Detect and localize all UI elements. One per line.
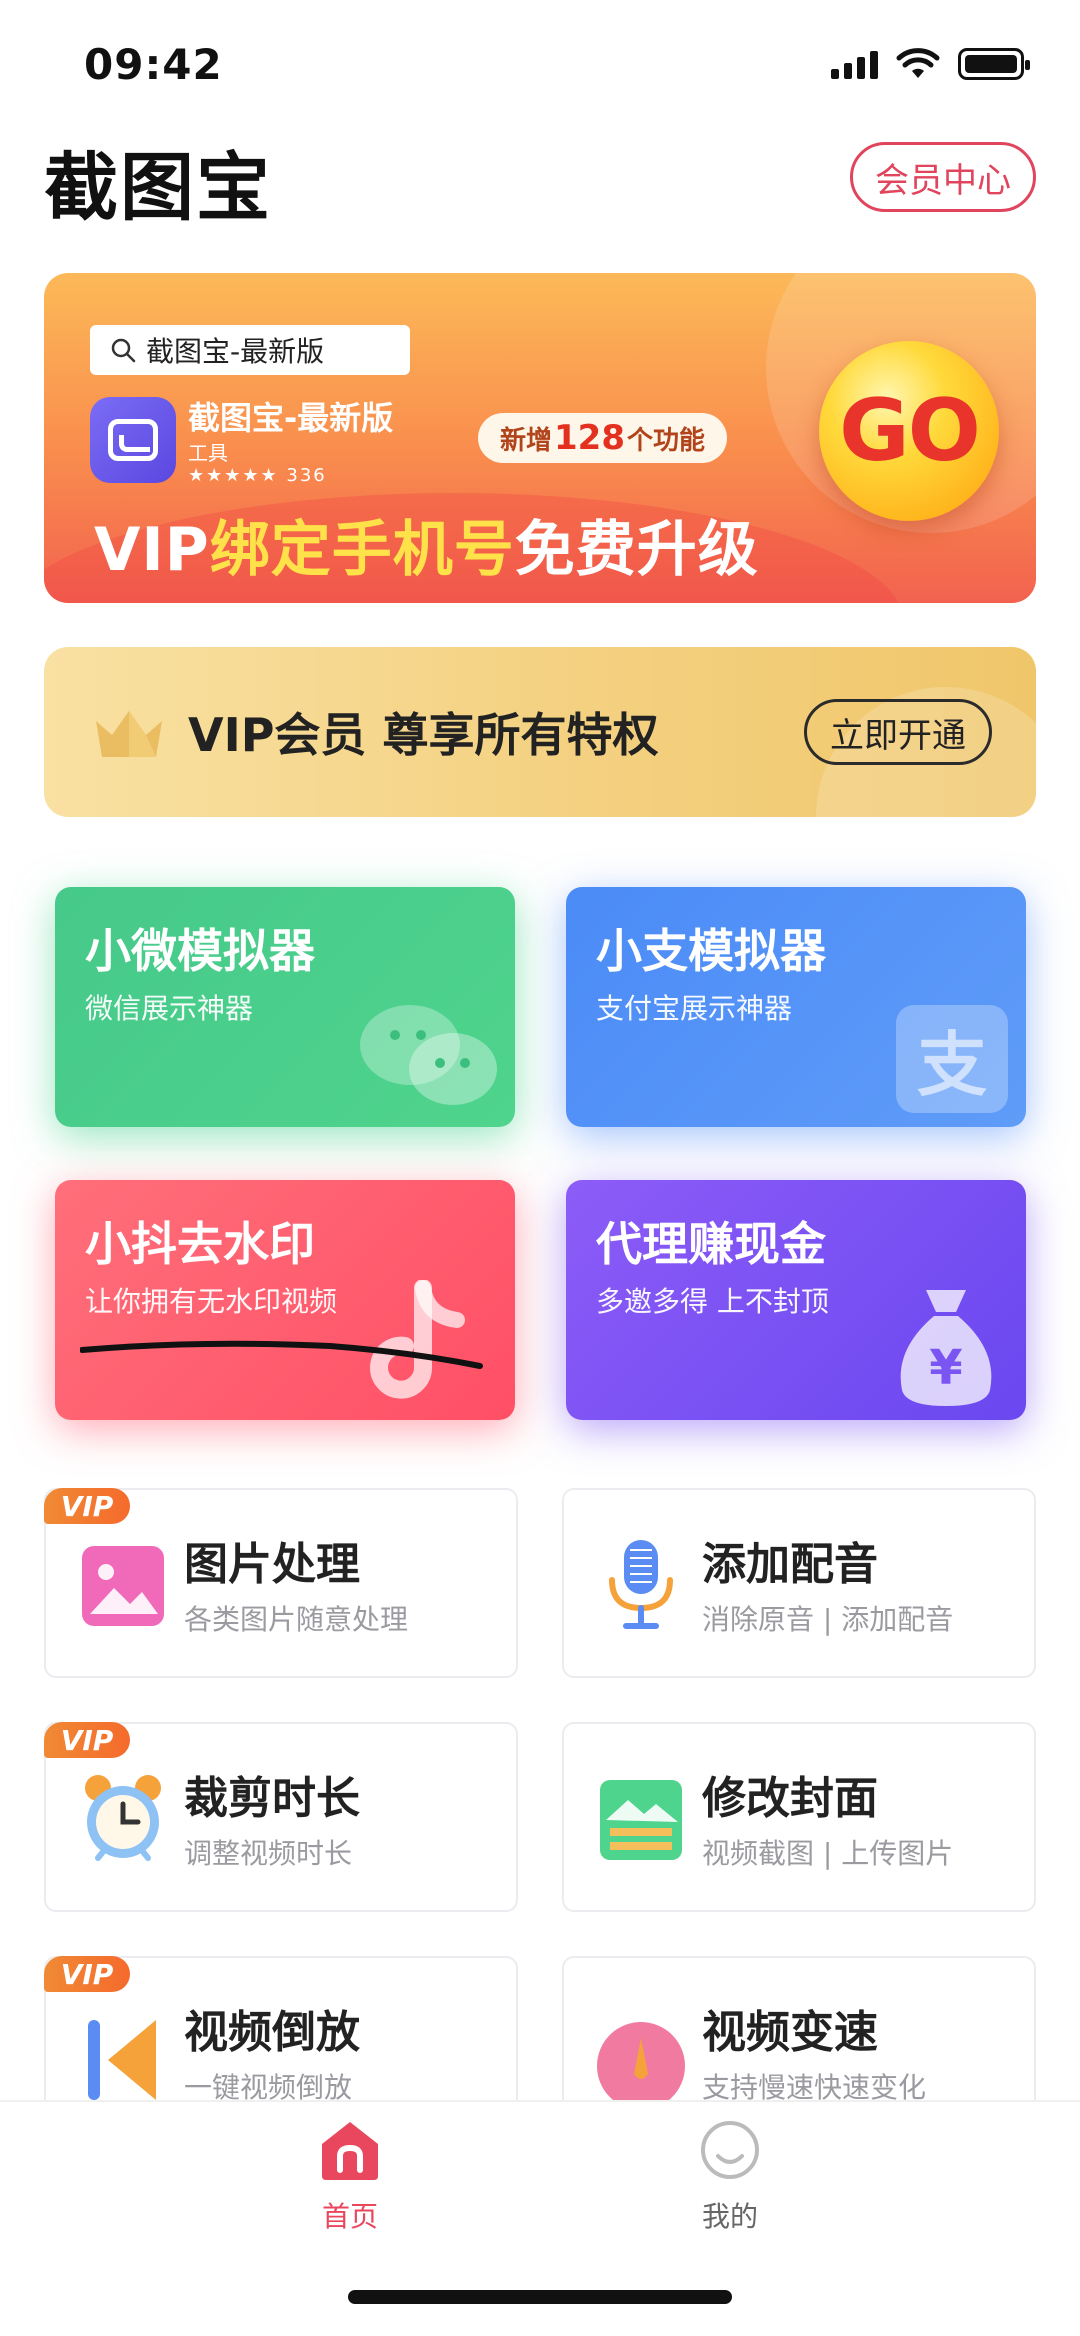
tab-home-label: 首页 <box>321 2200 378 2233</box>
banner-app-rating: ★★★★★ 336 <box>188 465 327 486</box>
banner-headline: VIP绑定手机号免费升级 <box>94 515 759 585</box>
search-icon <box>111 338 136 363</box>
alipay-simulator-card[interactable]: 小支模拟器 支付宝展示神器 支 <box>566 887 1026 1127</box>
tool-title: 视频变速 <box>702 2007 878 2058</box>
wifi-icon <box>896 48 940 78</box>
card-title: 小抖去水印 <box>85 1217 315 1271</box>
vip-tag: VIP <box>44 1488 130 1524</box>
microphone-icon <box>609 1540 673 1629</box>
home-indicator <box>348 2290 732 2304</box>
tool-title: 修改封面 <box>702 1773 878 1824</box>
open-vip-button[interactable]: 立即开通 <box>804 699 992 765</box>
promo-banner[interactable]: 截图宝-最新版 截图宝-最新版 工具 ★★★★★ 336 新增 128 个功能 VI… <box>44 273 1036 603</box>
card-subtitle: 多邀多得 上不封顶 <box>596 1285 829 1318</box>
tool-title: 裁剪时长 <box>184 1773 360 1824</box>
banner-app-category: 工具 <box>188 441 228 465</box>
status-time: 09:42 <box>84 40 223 89</box>
vip-bar-text: VIP会员 尊享所有特权 <box>188 708 659 762</box>
status-icons <box>831 48 1030 80</box>
member-center-button[interactable]: 会员中心 <box>850 142 1036 212</box>
cellular-signal-icon <box>831 49 878 79</box>
tool-subtitle: 调整视频时长 <box>184 1837 353 1870</box>
card-title: 小微模拟器 <box>85 924 315 978</box>
card-title: 小支模拟器 <box>596 924 826 978</box>
banner-search-text: 截图宝-最新版 <box>146 335 325 368</box>
home-icon <box>322 2122 378 2180</box>
card-subtitle: 让你拥有无水印视频 <box>85 1285 338 1318</box>
money-bag-icon: ¥ <box>900 1290 992 1406</box>
crown-icon <box>96 711 162 757</box>
tool-add-dubbing[interactable]: 添加配音 消除原音 | 添加配音 <box>562 1488 1036 1678</box>
wechat-simulator-card[interactable]: 小微模拟器 微信展示神器 <box>55 887 515 1127</box>
alarm-clock-icon <box>85 1775 161 1861</box>
tool-title: 视频倒放 <box>184 2007 360 2058</box>
alipay-icon: 支 <box>896 1005 1008 1113</box>
agent-earn-cash-card[interactable]: 代理赚现金 多邀多得 上不封顶 ¥ <box>566 1180 1026 1420</box>
svg-text:¥: ¥ <box>929 1340 962 1396</box>
vip-tag: VIP <box>44 1956 130 1992</box>
banner-app-name: 截图宝-最新版 <box>188 399 394 437</box>
tool-subtitle: 各类图片随意处理 <box>184 1603 409 1636</box>
tool-title: 添加配音 <box>702 1539 878 1590</box>
page-title: 截图宝 <box>44 145 272 231</box>
tool-title: 图片处理 <box>184 1539 360 1590</box>
image-icon <box>82 1546 164 1626</box>
tab-home[interactable]: 首页 <box>280 2118 420 2235</box>
battery-icon <box>958 48 1030 80</box>
tab-mine[interactable]: 我的 <box>660 2118 800 2235</box>
profile-icon <box>701 2121 759 2179</box>
banner-search-box: 截图宝-最新版 <box>90 325 410 375</box>
new-features-badge: 新增 128 个功能 <box>478 413 728 463</box>
reverse-icon <box>88 2020 156 2100</box>
status-bar: 09:42 <box>0 0 1080 130</box>
card-title: 代理赚现金 <box>596 1217 826 1271</box>
scribble-mark <box>80 1340 483 1369</box>
go-button[interactable]: GO <box>819 341 999 521</box>
tool-subtitle: 视频截图 | 上传图片 <box>702 1837 954 1870</box>
card-subtitle: 微信展示神器 <box>85 992 254 1025</box>
douyin-watermark-card[interactable]: 小抖去水印 让你拥有无水印视频 <box>55 1180 515 1420</box>
speedometer-icon <box>597 2022 685 2100</box>
card-subtitle: 支付宝展示神器 <box>596 992 793 1025</box>
tab-mine-label: 我的 <box>701 2200 758 2233</box>
wechat-icon <box>360 1005 497 1105</box>
tool-subtitle: 消除原音 | 添加配音 <box>702 1603 954 1636</box>
vip-membership-bar[interactable]: VIP会员 尊享所有特权 立即开通 <box>44 647 1036 817</box>
tool-edit-cover[interactable]: 修改封面 视频截图 | 上传图片 <box>562 1722 1036 1912</box>
vip-tag: VIP <box>44 1722 130 1758</box>
app-logo-icon <box>90 397 176 483</box>
cover-image-icon <box>600 1780 682 1860</box>
